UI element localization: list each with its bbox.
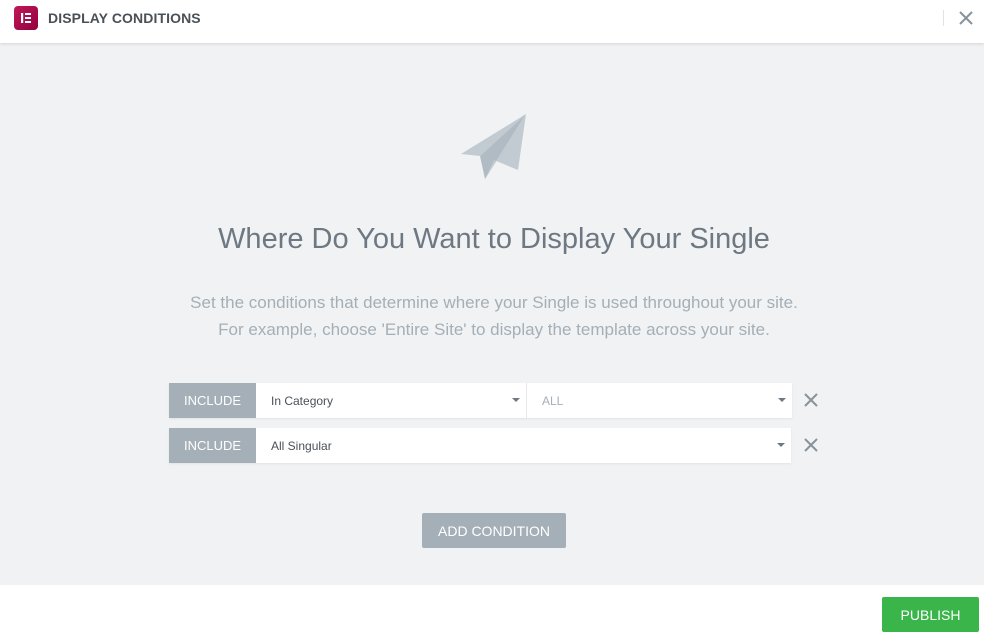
condition-name-value: All Singular (271, 438, 332, 453)
condition-row: INCLUDE In Category ALL (169, 383, 792, 418)
chevron-down-icon (512, 398, 520, 402)
header-divider (943, 10, 944, 26)
chevron-down-icon (778, 398, 786, 402)
include-exclude-select[interactable]: INCLUDE (169, 428, 256, 463)
page-title: Where Do You Want to Display Your Single (218, 223, 770, 255)
condition-name-select[interactable]: All Singular (256, 428, 791, 463)
chevron-down-icon (777, 443, 785, 447)
modal-header: DISPLAY CONDITIONS (0, 0, 984, 43)
include-exclude-select[interactable]: INCLUDE (169, 383, 256, 418)
publish-button[interactable]: PUBLISH (882, 597, 979, 632)
condition-name-select[interactable]: In Category (256, 383, 527, 418)
modal-footer: PUBLISH (0, 585, 984, 634)
conditions-panel: Where Do You Want to Display Your Single… (0, 43, 984, 585)
remove-condition-icon[interactable] (803, 437, 819, 453)
close-icon[interactable] (957, 9, 975, 27)
paper-plane-icon (460, 112, 528, 180)
condition-sub-value: ALL (542, 393, 564, 408)
condition-sub-select[interactable]: ALL (527, 383, 792, 418)
condition-row: INCLUDE All Singular (169, 428, 791, 463)
condition-name-value: In Category (271, 393, 334, 408)
page-description: Set the conditions that determine where … (0, 289, 984, 343)
remove-condition-icon[interactable] (803, 392, 819, 408)
description-line: For example, choose 'Entire Site' to dis… (218, 320, 770, 339)
elementor-logo-icon (14, 6, 38, 30)
add-condition-button[interactable]: ADD CONDITION (422, 513, 566, 548)
description-line: Set the conditions that determine where … (190, 293, 798, 312)
modal-title: DISPLAY CONDITIONS (48, 10, 201, 26)
